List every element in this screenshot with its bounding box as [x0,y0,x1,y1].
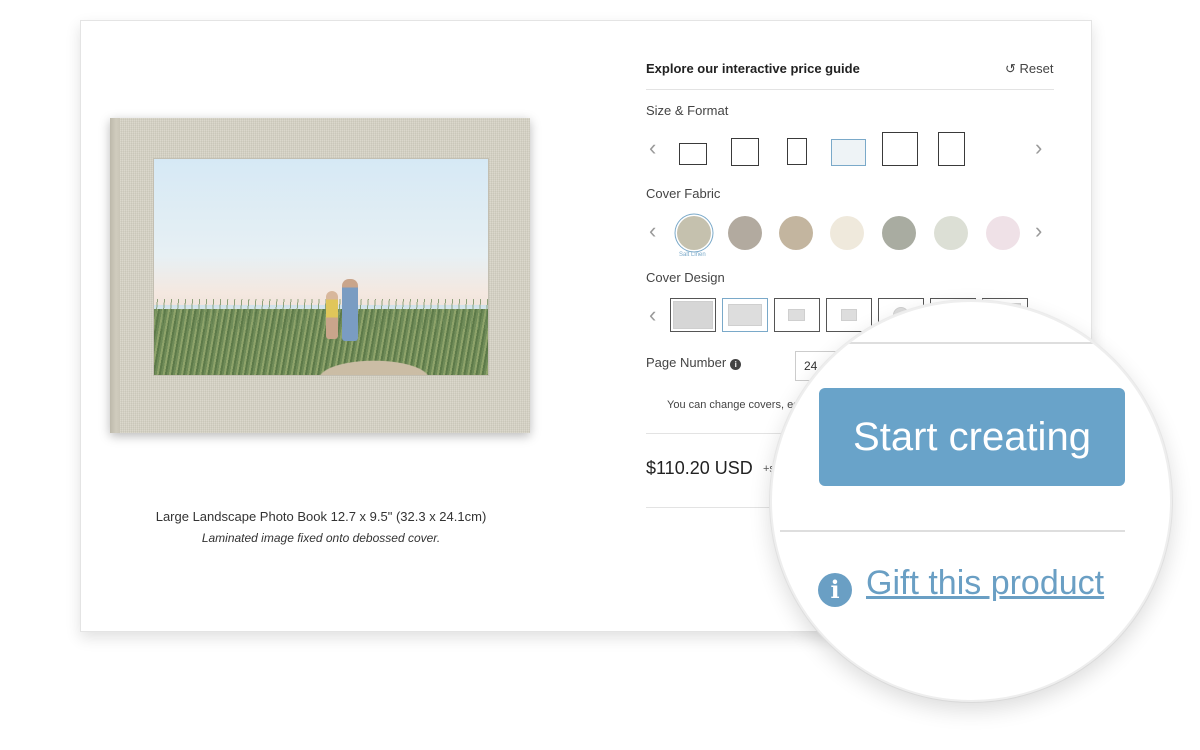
cover-design-label: Cover Design [646,270,725,285]
magnifier-callout: Start creating i Gift this product [770,300,1172,702]
price: $110.20 USD [646,458,753,478]
fabric-swatch[interactable] [779,216,813,250]
cover-design-small-window[interactable] [826,298,872,332]
reset-button[interactable]: ↺ Reset [1005,61,1053,77]
format-option-large-landscape[interactable] [831,139,866,166]
book-spine [110,118,120,433]
cover-fabric-label: Cover Fabric [646,186,721,201]
change-covers-note: You can change covers, edi [667,399,802,411]
divider [780,530,1125,532]
fabric-swatch[interactable] [882,216,916,250]
start-creating-button[interactable]: Start creating [819,388,1125,486]
info-icon: i [818,573,852,607]
gift-this-product-link[interactable]: Gift this product [866,564,1104,603]
photo-grass [154,299,488,329]
format-option-square-large[interactable] [882,132,918,166]
fabric-swatch[interactable] [986,216,1020,250]
size-prev-arrow-icon[interactable]: ‹ [649,137,656,159]
cover-design-large-window[interactable] [722,298,768,332]
photo-child [326,291,338,339]
fabric-swatch[interactable] [934,216,968,250]
size-format-label: Size & Format [646,103,729,118]
divider [812,342,1152,344]
size-next-arrow-icon[interactable]: › [1035,137,1042,159]
fabric-swatch[interactable] [677,216,711,250]
product-name: Large Landscape Photo Book 12.7 x 9.5" (… [155,509,487,524]
divider [646,89,1054,90]
fabric-swatch[interactable] [830,216,864,250]
photo-adult [342,279,358,341]
product-description: Laminated image fixed onto debossed cove… [201,531,441,545]
fabric-swatch[interactable] [728,216,762,250]
fabric-next-arrow-icon[interactable]: › [1035,220,1042,242]
format-option-square-small[interactable] [731,138,759,166]
fabric-prev-arrow-icon[interactable]: ‹ [649,220,656,242]
format-option-landscape[interactable] [679,143,707,165]
price-guide-title: Explore our interactive price guide [646,61,860,76]
cover-photo [153,158,489,376]
cover-design-medium-window[interactable] [774,298,820,332]
format-option-portrait-large[interactable] [938,132,965,166]
info-icon[interactable]: i [730,359,742,370]
page-number-label: Page Number i [646,355,742,370]
fabric-name-caption: Salt Linen [679,252,706,258]
cover-design-full-bleed[interactable] [670,298,716,332]
book-cover-preview [110,118,530,433]
format-option-portrait[interactable] [787,138,807,165]
design-prev-arrow-icon[interactable]: ‹ [649,304,656,326]
